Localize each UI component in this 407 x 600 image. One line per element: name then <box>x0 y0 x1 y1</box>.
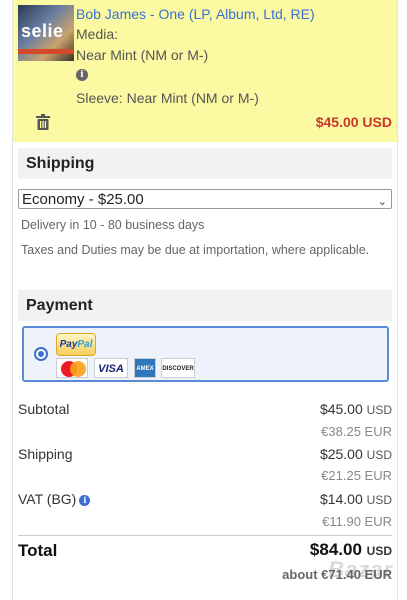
shipping-usd-value: $25.00 <box>319 446 363 462</box>
subtotal-usd-value: $45.00 <box>319 401 363 417</box>
media-label: Media: <box>76 26 119 42</box>
shipping-usd-currency: USD <box>366 448 392 462</box>
paypal-logo-pal: Pal <box>77 339 93 350</box>
checkout-card: selie Bob James - One (LP, Album, Ltd, R… <box>12 0 398 600</box>
chevron-down-icon: ⌄ <box>377 196 387 208</box>
mastercard-logo <box>56 358 88 378</box>
subtotal-usd: $45.00 USD <box>320 401 392 417</box>
shipping-selected-option: Economy - $25.00 <box>22 191 144 208</box>
album-cover[interactable]: selie <box>18 5 74 61</box>
discover-logo-text: DISCOVER <box>162 366 194 372</box>
total-eur: about €71.40 EUR <box>282 567 392 582</box>
shipping-method-select[interactable]: Economy - $25.00 ⌄ <box>18 189 392 209</box>
delivery-estimate: Delivery in 10 - 80 business days <box>21 218 205 232</box>
total-divider <box>18 535 392 536</box>
vat-usd-value: $14.00 <box>319 491 363 507</box>
album-cover-text: selie <box>21 21 64 41</box>
vat-usd: $14.00 USD <box>320 491 392 507</box>
media-condition: Near Mint (NM or M-) <box>76 47 209 63</box>
item-title-link[interactable]: Bob James - One (LP, Album, Ltd, RE) <box>76 6 315 22</box>
album-cover-stripe <box>18 49 74 54</box>
paypal-logo-pay: Pay <box>59 339 78 350</box>
vat-label-text: VAT (BG) <box>18 491 77 507</box>
subtotal-label: Subtotal <box>18 401 70 417</box>
shipping-label: Shipping <box>18 446 73 462</box>
total-usd-currency: USD <box>366 544 392 558</box>
amex-logo: AMEX <box>134 358 156 378</box>
sleeve-condition: Sleeve: Near Mint (NM or M-) <box>76 90 259 106</box>
shipping-eur: €21.25 EUR <box>321 468 392 483</box>
vat-usd-currency: USD <box>366 493 392 507</box>
taxes-note: Taxes and Duties may be due at importati… <box>21 243 370 257</box>
trash-icon[interactable] <box>36 114 50 130</box>
info-icon[interactable]: i <box>76 69 88 81</box>
paypal-logo: PayPal <box>56 333 96 356</box>
item-price: $45.00 USD <box>315 114 392 130</box>
payment-heading: Payment <box>18 290 392 321</box>
discover-logo: DISCOVER <box>161 358 195 378</box>
cart-item: selie Bob James - One (LP, Album, Ltd, R… <box>13 0 397 142</box>
subtotal-usd-currency: USD <box>366 403 392 417</box>
vat-label: VAT (BG) i <box>18 491 91 507</box>
visa-logo: VISA <box>94 358 128 378</box>
shipping-usd: $25.00 USD <box>320 446 392 462</box>
vat-info-icon[interactable]: i <box>79 495 91 506</box>
total-label: Total <box>18 541 58 560</box>
subtotal-eur: €38.25 EUR <box>321 424 392 439</box>
shipping-heading: Shipping <box>18 148 392 179</box>
vat-eur: €11.90 EUR <box>322 514 392 529</box>
paypal-option[interactable]: PayPal VISA AMEX DISCOVER <box>22 326 389 382</box>
paypal-radio[interactable] <box>34 347 48 361</box>
